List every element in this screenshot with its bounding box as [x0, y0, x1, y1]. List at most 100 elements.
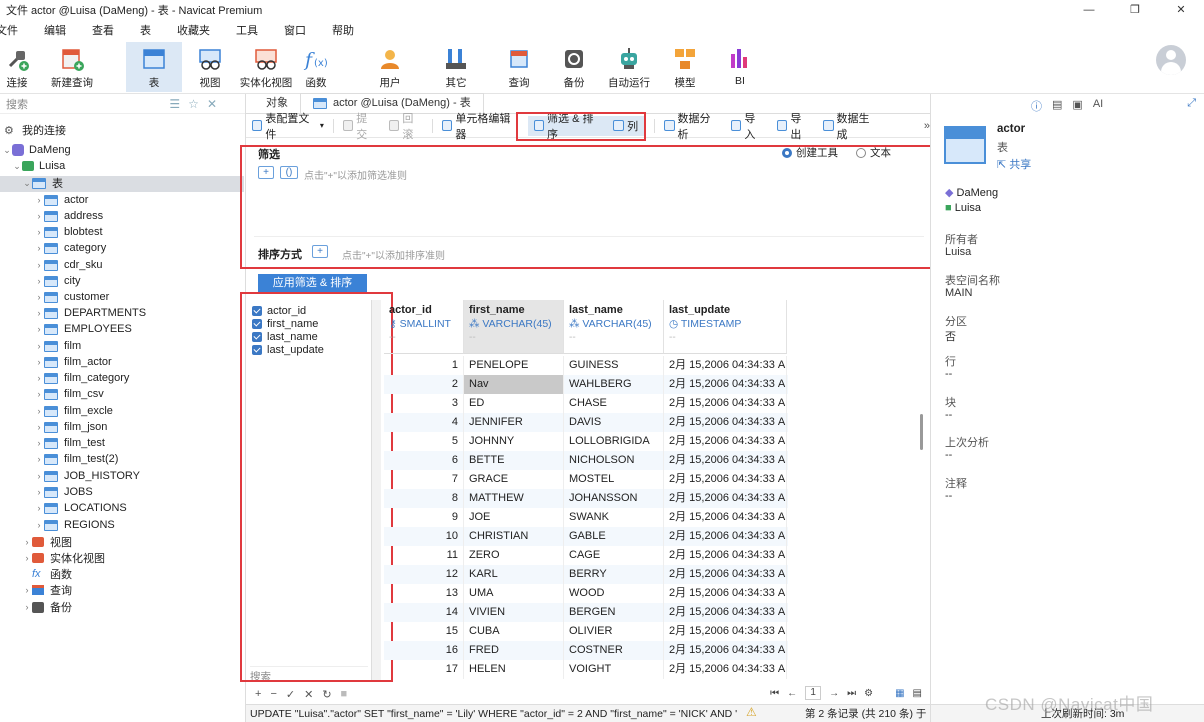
apply-changes-icon[interactable]: ✓ [286, 688, 295, 701]
last-page-icon[interactable]: ⏭ [847, 688, 856, 699]
bi-button[interactable]: BI [710, 42, 770, 92]
grid-cell[interactable]: HELEN [464, 660, 564, 679]
grid-cell[interactable]: WAHLBERG [564, 375, 664, 394]
expand-arrow-icon[interactable]: › [34, 357, 44, 367]
table-row[interactable]: 8 MATTHEW JOHANSSON 2月 15,2006 04:34:33 AM [384, 489, 788, 508]
grid-cell[interactable]: GRACE [464, 470, 564, 489]
grid-cell[interactable]: 2月 15,2006 04:34:33 AM [664, 451, 787, 470]
add-filter-button[interactable]: + [258, 166, 274, 179]
grid-cell[interactable]: 3 [384, 394, 464, 413]
view-button[interactable]: 视图 [182, 42, 238, 92]
minimize-button[interactable]: — [1066, 0, 1112, 20]
grid-cell[interactable]: CUBA [464, 622, 564, 641]
tree-table-item[interactable]: › film [34, 338, 82, 354]
table-row[interactable]: 10 CHRISTIAN GABLE 2月 15,2006 04:34:33 AM [384, 527, 788, 546]
expand-arrow-icon[interactable]: › [34, 227, 44, 237]
menu-view[interactable]: 查看 [84, 20, 122, 42]
grid-cell[interactable]: CHRISTIAN [464, 527, 564, 546]
menu-window[interactable]: 窗口 [276, 20, 314, 42]
table-row[interactable]: 6 BETTE NICHOLSON 2月 15,2006 04:34:33 AM [384, 451, 788, 470]
rollback-button[interactable]: 回滚 [383, 110, 429, 142]
grid-cell[interactable]: FRED [464, 641, 564, 660]
grid-cell[interactable]: 2月 15,2006 04:34:33 AM [664, 489, 787, 508]
grid-cell[interactable]: VOIGHT [564, 660, 664, 679]
radio-builder[interactable]: 创建工具 [782, 145, 838, 160]
table-row[interactable]: 11 ZERO CAGE 2月 15,2006 04:34:33 AM [384, 546, 788, 565]
grid-view-icon[interactable]: ▦ [895, 688, 904, 699]
grid-cell[interactable]: 13 [384, 584, 464, 603]
grid-cell[interactable]: VIVIEN [464, 603, 564, 622]
expand-arrow-icon[interactable]: › [34, 520, 44, 530]
prev-page-icon[interactable]: ← [787, 688, 797, 699]
column-search-input[interactable]: 搜索 [250, 666, 368, 683]
table-row[interactable]: 2 Nav WAHLBERG 2月 15,2006 04:34:33 AM [384, 375, 788, 394]
columns-button[interactable]: 列 [607, 115, 645, 136]
expand-arrow-icon[interactable]: › [34, 308, 44, 318]
collapse-arrow-icon[interactable]: ⌄ [12, 161, 22, 172]
tree-table-item[interactable]: › JOBS [34, 484, 93, 500]
grid-cell[interactable]: 2月 15,2006 04:34:33 AM [664, 584, 787, 603]
next-page-icon[interactable]: → [829, 688, 839, 699]
grid-cell[interactable]: UMA [464, 584, 564, 603]
expand-arrow-icon[interactable]: › [34, 341, 44, 351]
tree-functions-folder[interactable]: fx 函数 [32, 566, 72, 582]
grid-cell[interactable]: BERGEN [564, 603, 664, 622]
menu-tools[interactable]: 工具 [228, 20, 266, 42]
grid-cell[interactable]: 2月 15,2006 04:34:33 AM [664, 508, 787, 527]
tree-table-item[interactable]: › film_actor [34, 354, 112, 370]
grid-cell[interactable]: 2月 15,2006 04:34:33 AM [664, 470, 787, 489]
grid-cell[interactable]: NICHOLSON [564, 451, 664, 470]
expand-arrow-icon[interactable]: › [34, 438, 44, 448]
grid-cell[interactable]: JENNIFER [464, 413, 564, 432]
menu-favorites[interactable]: 收藏夹 [169, 20, 218, 42]
tree-table-item[interactable]: › category [34, 240, 107, 256]
first-page-icon[interactable]: ⏮ [770, 688, 779, 699]
grid-cell[interactable]: 2月 15,2006 04:34:33 AM [664, 641, 787, 660]
ai-icon[interactable]: AI [1093, 98, 1103, 114]
tree-connection-dameng[interactable]: ⌄ DaMeng [2, 142, 71, 158]
grid-cell[interactable]: MOSTEL [564, 470, 664, 489]
expand-arrow-icon[interactable]: › [34, 195, 44, 205]
import-button[interactable]: 导入 [725, 110, 771, 142]
tree-views-folder[interactable]: › 视图 [22, 534, 72, 550]
table-row[interactable]: 5 JOHNNY LOLLOBRIGIDA 2月 15,2006 04:34:33 A… [384, 432, 788, 451]
menu-table[interactable]: 表 [132, 20, 159, 42]
grid-cell[interactable]: JOHANSSON [564, 489, 664, 508]
menu-file[interactable]: 文件 [0, 20, 26, 42]
other-button[interactable]: 其它 [428, 42, 484, 92]
grid-cell[interactable]: 5 [384, 432, 464, 451]
account-avatar[interactable] [1156, 45, 1186, 75]
tree-table-item[interactable]: › blobtest [34, 224, 103, 240]
grid-cell[interactable]: GUINESS [564, 356, 664, 375]
grid-cell[interactable]: CAGE [564, 546, 664, 565]
grid-cell[interactable]: 9 [384, 508, 464, 527]
grid-vertical-scrollbar[interactable] [920, 414, 923, 450]
maximize-button[interactable]: ❐ [1112, 0, 1158, 20]
collapse-arrow-icon[interactable]: ⌄ [22, 178, 32, 189]
grid-cell[interactable]: BETTE [464, 451, 564, 470]
grid-cell[interactable]: 11 [384, 546, 464, 565]
tree-table-item[interactable]: › customer [34, 289, 110, 305]
table-row[interactable]: 12 KARL BERRY 2月 15,2006 04:34:33 AM [384, 565, 788, 584]
grid-cell[interactable]: 6 [384, 451, 464, 470]
expand-arrow-icon[interactable]: › [34, 406, 44, 416]
column-header-first-name[interactable]: first_name ⁂ VARCHAR(45) -- [464, 300, 564, 354]
expand-arrow-icon[interactable]: › [34, 471, 44, 481]
refresh-icon[interactable]: ↻ [322, 688, 331, 701]
tree-table-item[interactable]: › cdr_sku [34, 257, 103, 273]
grid-cell[interactable]: MATTHEW [464, 489, 564, 508]
grid-cell[interactable]: OLIVIER [564, 622, 664, 641]
tree-table-item[interactable]: › film_test(2) [34, 451, 119, 467]
expand-arrow-icon[interactable]: › [22, 537, 32, 547]
expand-arrow-icon[interactable]: › [34, 324, 44, 334]
table-row[interactable]: 13 UMA WOOD 2月 15,2006 04:34:33 AM [384, 584, 788, 603]
new-query-button[interactable]: 新建查询 [34, 42, 110, 92]
add-sort-button[interactable]: + [312, 245, 328, 258]
grid-cell[interactable]: LOLLOBRIGIDA [564, 432, 664, 451]
grid-cell[interactable]: 8 [384, 489, 464, 508]
grid-cell[interactable]: 2月 15,2006 04:34:33 AM [664, 432, 787, 451]
data-analysis-button[interactable]: 数据分析 [658, 110, 725, 142]
grid-cell[interactable]: 2月 15,2006 04:34:33 AM [664, 660, 787, 679]
grid-cell[interactable]: SWANK [564, 508, 664, 527]
stop-icon[interactable]: ■ [341, 688, 348, 700]
